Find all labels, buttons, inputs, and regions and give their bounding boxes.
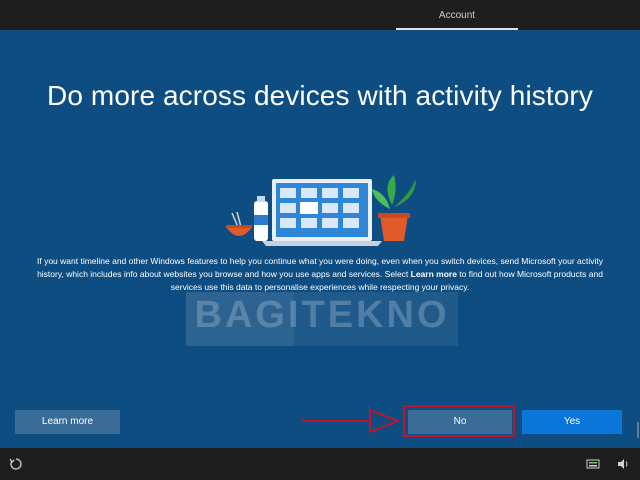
bowl-icon	[226, 211, 252, 236]
annotation-arrow-icon	[302, 408, 401, 434]
learn-more-inline: Learn more	[410, 269, 457, 279]
oobe-page: Do more across devices with activity his…	[0, 30, 640, 448]
top-bar: Account	[0, 0, 640, 30]
scroll-edge-icon	[637, 422, 639, 438]
yes-button[interactable]: Yes	[522, 410, 622, 434]
ease-of-access-icon[interactable]	[9, 457, 23, 471]
bottle-icon	[254, 196, 268, 241]
devices-illustration	[226, 175, 416, 246]
description-text: If you want timeline and other Windows f…	[30, 255, 610, 294]
bottom-bar	[0, 448, 640, 480]
plant-icon	[372, 175, 416, 241]
no-button[interactable]: No	[408, 410, 512, 434]
watermark-text: BAGITEKNO	[194, 294, 450, 336]
laptop-icon	[262, 179, 382, 246]
keyboard-icon[interactable]	[586, 457, 600, 471]
volume-icon[interactable]	[616, 457, 630, 471]
page-title: Do more across devices with activity his…	[47, 80, 593, 111]
tab-account[interactable]: Account	[396, 0, 518, 30]
learn-more-button[interactable]: Learn more	[15, 410, 120, 434]
